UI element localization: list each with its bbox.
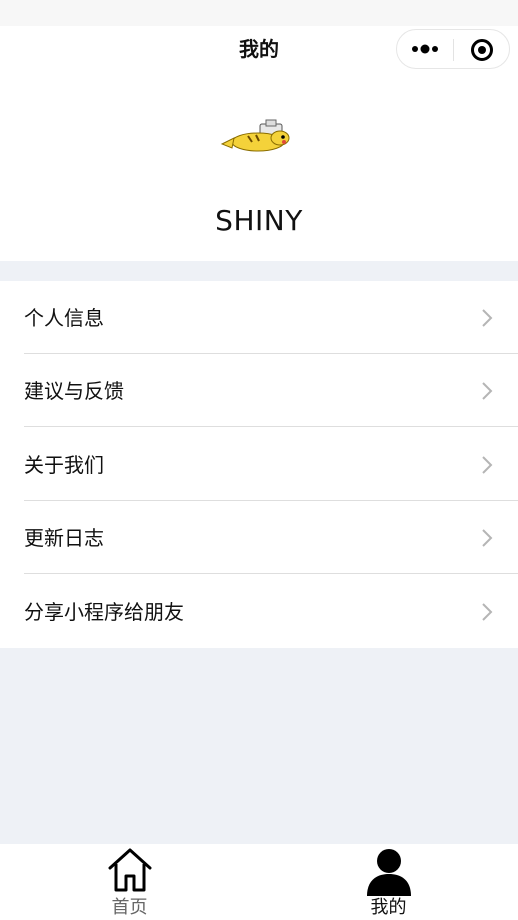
navigation-bar: 我的	[0, 26, 518, 74]
menu-item-about-us[interactable]: 关于我们	[0, 428, 518, 501]
mini-program-capsule	[396, 29, 510, 69]
menu-item-label: 建议与反馈	[24, 379, 124, 403]
tab-bar: 首页 我的	[0, 844, 518, 920]
chevron-right-icon	[482, 309, 493, 327]
menu-item-changelog[interactable]: 更新日志	[0, 501, 518, 574]
divider	[24, 573, 518, 574]
menu-item-label: 个人信息	[24, 306, 104, 330]
target-close-icon	[471, 39, 493, 61]
tab-label: 首页	[111, 897, 148, 918]
status-bar	[0, 0, 518, 26]
chevron-right-icon	[482, 529, 493, 547]
menu-item-label: 关于我们	[24, 453, 104, 477]
more-button[interactable]	[397, 30, 453, 68]
chevron-right-icon	[482, 603, 493, 621]
menu-item-share[interactable]: 分享小程序给朋友	[0, 575, 518, 648]
menu-item-label: 分享小程序给朋友	[24, 600, 184, 624]
tab-label: 我的	[370, 897, 407, 918]
menu-item-feedback[interactable]: 建议与反馈	[0, 354, 518, 427]
more-dots-icon	[412, 44, 438, 54]
close-button[interactable]	[454, 30, 510, 68]
avatar[interactable]	[218, 118, 298, 158]
chevron-right-icon	[482, 456, 493, 474]
username: SHINY	[215, 204, 303, 237]
menu-item-personal-info[interactable]: 个人信息	[0, 281, 518, 354]
user-icon	[366, 849, 411, 896]
tab-profile[interactable]: 我的	[259, 844, 518, 920]
home-icon	[108, 848, 151, 892]
tab-home[interactable]: 首页	[0, 844, 259, 920]
chevron-right-icon	[482, 382, 493, 400]
divider	[24, 426, 518, 427]
pikachu-avatar-image	[220, 119, 290, 152]
menu-list: 个人信息 建议与反馈 关于我们 更新日志 分享小程序给朋友	[0, 281, 518, 648]
menu-item-label: 更新日志	[24, 526, 104, 550]
profile-header: SHINY	[0, 74, 518, 261]
